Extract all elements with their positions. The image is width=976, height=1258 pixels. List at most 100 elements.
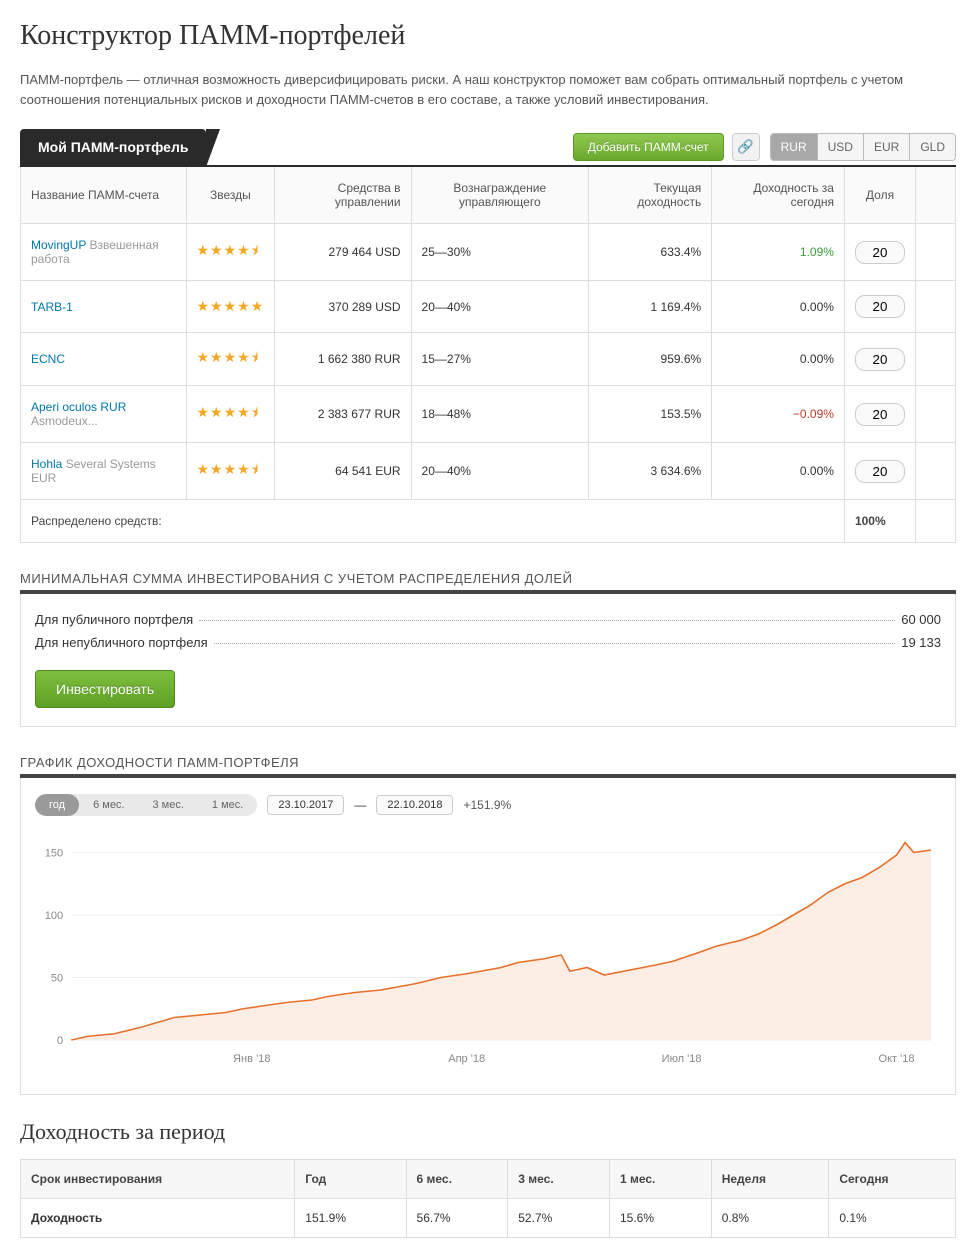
col-actions <box>916 166 956 224</box>
intro-text: ПАММ-портфель — отличная возможность див… <box>20 70 956 109</box>
currency-usd[interactable]: USD <box>818 134 864 160</box>
table-row: ECNC ★★★★⯨ 1 662 380 RUR15—27%959.6%0.00% <box>21 333 956 386</box>
period-col: Неделя <box>711 1160 829 1199</box>
min-private-label: Для непубличного портфеля <box>35 635 208 650</box>
stars-icon: ★★★★⯨ <box>197 242 260 258</box>
return-cell: 959.6% <box>589 333 712 386</box>
distributed-total: 100% <box>844 500 915 543</box>
return-chart[interactable]: 0 50 100 150 Янв '18 Апр '18 Июл '18 Окт '18 <box>35 830 941 1070</box>
period-год[interactable]: год <box>35 794 79 816</box>
col-fee[interactable]: Вознаграждение управляющего <box>411 166 589 224</box>
period-col: Сегодня <box>829 1160 956 1199</box>
today-cell: 0.00% <box>712 281 845 333</box>
svg-text:Июл '18: Июл '18 <box>662 1053 702 1065</box>
share-input[interactable] <box>855 460 905 483</box>
min-invest-heading: МИНИМАЛЬНАЯ СУММА ИНВЕСТИРОВАНИЯ С УЧЕТО… <box>20 571 956 586</box>
period-1мес[interactable]: 1 мес. <box>198 794 257 816</box>
period-col: Год <box>295 1160 406 1199</box>
return-cell: 3 634.6% <box>589 443 712 500</box>
svg-text:100: 100 <box>45 910 63 922</box>
fee-cell: 25—30% <box>411 224 589 281</box>
table-row: Aperi oculos RUR Asmodeux... ★★★★⯨ 2 383 6… <box>21 386 956 443</box>
fee-cell: 20—40% <box>411 281 589 333</box>
date-to[interactable]: 22.10.2018 <box>376 795 453 815</box>
currency-eur[interactable]: EUR <box>864 134 910 160</box>
col-funds[interactable]: Средства в управлении <box>275 166 411 224</box>
svg-text:Янв '18: Янв '18 <box>233 1053 270 1065</box>
account-sub: Asmodeux... <box>31 414 98 428</box>
svg-text:150: 150 <box>45 848 63 860</box>
stars-icon: ★★★★⯨ <box>197 349 260 365</box>
link-icon-button[interactable]: 🔗 <box>732 133 760 161</box>
min-private-value: 19 133 <box>901 635 941 650</box>
table-row: TARB-1 ★★★★★370 289 USD20—40%1 169.4%0.0… <box>21 281 956 333</box>
tab-my-portfolio[interactable]: Мой ПАММ-портфель <box>20 129 206 165</box>
period-value: 0.8% <box>711 1199 829 1238</box>
chart-heading: ГРАФИК ДОХОДНОСТИ ПАММ-ПОРТФЕЛЯ <box>20 755 956 770</box>
col-return[interactable]: Текущая доходность <box>589 166 712 224</box>
share-input[interactable] <box>855 295 905 318</box>
min-public-label: Для публичного портфеля <box>35 612 193 627</box>
link-icon: 🔗 <box>737 139 754 155</box>
col-name[interactable]: Название ПАММ-счета <box>21 166 187 224</box>
account-link[interactable]: MovingUP <box>31 238 86 252</box>
period-row-label: Доходность <box>21 1199 295 1238</box>
fee-cell: 15—27% <box>411 333 589 386</box>
period-value: 151.9% <box>295 1199 406 1238</box>
svg-text:50: 50 <box>51 973 63 985</box>
period-col: 3 мес. <box>508 1160 610 1199</box>
return-cell: 633.4% <box>589 224 712 281</box>
funds-cell: 2 383 677 RUR <box>275 386 411 443</box>
fee-cell: 20—40% <box>411 443 589 500</box>
accounts-table: Название ПАММ-счета Звезды Средства в уп… <box>20 165 956 543</box>
svg-text:Апр '18: Апр '18 <box>448 1053 485 1065</box>
date-from[interactable]: 23.10.2017 <box>267 795 344 815</box>
col-today[interactable]: Доходность за сегодня <box>712 166 845 224</box>
add-pamm-button[interactable]: Добавить ПАММ-счет <box>573 133 724 161</box>
period-value: 0.1% <box>829 1199 956 1238</box>
currency-gld[interactable]: GLD <box>910 134 955 160</box>
period-6мес[interactable]: 6 мес. <box>79 794 138 816</box>
col-stars[interactable]: Звезды <box>186 166 275 224</box>
invest-box: Для публичного портфеля 60 000 Для непуб… <box>20 594 956 727</box>
min-public-value: 60 000 <box>901 612 941 627</box>
col-share: Доля <box>844 166 915 224</box>
funds-cell: 1 662 380 RUR <box>275 333 411 386</box>
period-col: 1 мес. <box>609 1160 711 1199</box>
return-cell: 1 169.4% <box>589 281 712 333</box>
today-cell: 0.00% <box>712 443 845 500</box>
period-table: Срок инвестированияГод6 мес.3 мес.1 мес.… <box>20 1159 956 1238</box>
account-link[interactable]: ECNC <box>31 352 65 366</box>
page-title: Конструктор ПАММ-портфелей <box>20 20 956 52</box>
share-input[interactable] <box>855 241 905 264</box>
account-link[interactable]: Hohla <box>31 457 62 471</box>
table-row: MovingUP Взвешенная работа★★★★⯨279 464 U… <box>21 224 956 281</box>
table-row: Hohla Several Systems EUR★★★★⯨64 541 EUR… <box>21 443 956 500</box>
stars-icon: ★★★★⯨ <box>197 461 260 477</box>
period-3мес[interactable]: 3 мес. <box>139 794 198 816</box>
funds-cell: 370 289 USD <box>275 281 411 333</box>
share-input[interactable] <box>855 348 905 371</box>
today-cell: −0.09% <box>712 386 845 443</box>
return-cell: 153.5% <box>589 386 712 443</box>
account-link[interactable]: TARB-1 <box>31 300 73 314</box>
period-value: 15.6% <box>609 1199 711 1238</box>
period-col: Срок инвестирования <box>21 1160 295 1199</box>
fee-cell: 18—48% <box>411 386 589 443</box>
today-cell: 0.00% <box>712 333 845 386</box>
funds-cell: 279 464 USD <box>275 224 411 281</box>
chart-change: +151.9% <box>463 798 511 812</box>
today-cell: 1.09% <box>712 224 845 281</box>
stars-icon: ★★★★⯨ <box>197 404 260 420</box>
currency-rur[interactable]: RUR <box>771 134 818 160</box>
period-pills: год6 мес.3 мес.1 мес. <box>35 794 257 816</box>
share-input[interactable] <box>855 403 905 426</box>
currency-tabs: RURUSDEURGLD <box>770 133 956 161</box>
svg-text:Окт '18: Окт '18 <box>878 1053 914 1065</box>
period-col: 6 мес. <box>406 1160 508 1199</box>
invest-button[interactable]: Инвестировать <box>35 670 175 708</box>
period-value: 52.7% <box>508 1199 610 1238</box>
account-link[interactable]: Aperi oculos RUR <box>31 400 126 414</box>
svg-text:0: 0 <box>57 1035 63 1047</box>
period-heading: Доходность за период <box>20 1119 956 1145</box>
